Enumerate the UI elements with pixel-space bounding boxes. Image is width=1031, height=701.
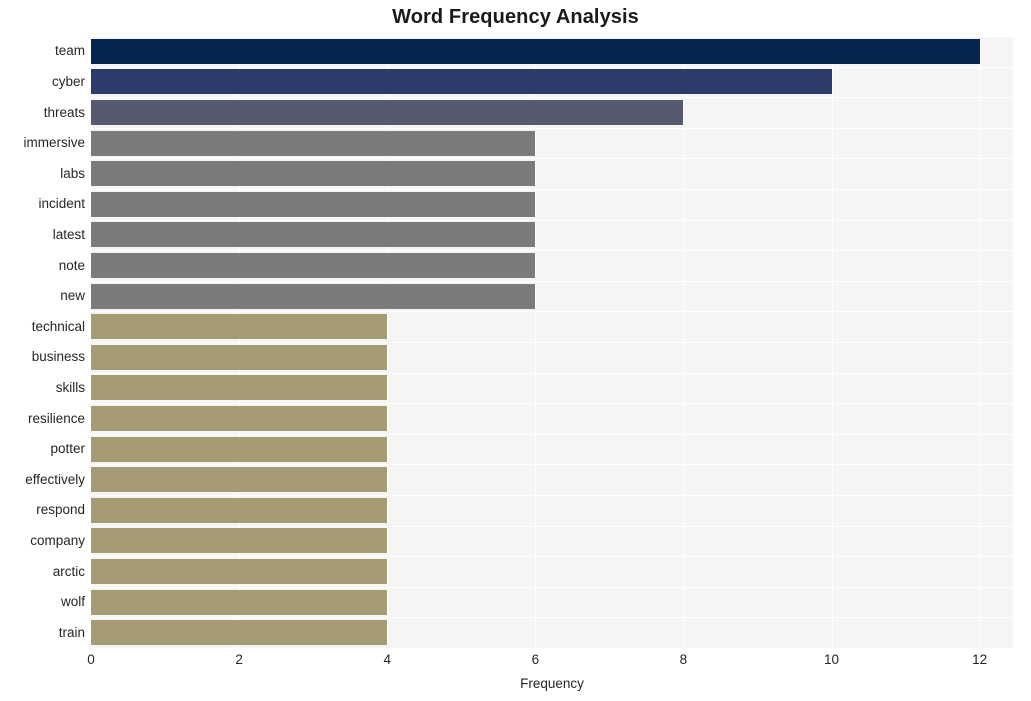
bar (91, 222, 536, 248)
x-axis-tick-label: 0 (87, 652, 95, 667)
y-axis-tick-label: skills (55, 379, 85, 395)
x-axis-tick-labels: 0 2 4 6 8 10 12 (0, 652, 1031, 674)
y-axis-tick-label: threats (43, 104, 85, 120)
y-axis-tick-label: effectively (25, 471, 85, 487)
page-title: Word Frequency Analysis (392, 6, 639, 28)
bar (91, 130, 536, 156)
bar (91, 528, 388, 554)
bar (91, 467, 388, 493)
x-axis-tick-label: 4 (383, 652, 391, 667)
y-axis-tick-label: immersive (23, 135, 85, 151)
y-axis-tick-label: incident (38, 196, 85, 212)
y-axis-tick-label: company (30, 532, 85, 548)
y-axis-tick-label: arctic (52, 563, 85, 579)
chart-figure: Word Frequency Analysis team cyber threats… (0, 0, 1031, 701)
y-axis-tick-label: resilience (27, 410, 85, 426)
y-axis-tick-label: cyber (51, 73, 85, 89)
bar (91, 497, 388, 523)
bar (91, 161, 536, 187)
y-axis-tick-label: latest (52, 226, 85, 242)
bar (91, 436, 388, 462)
bar (91, 406, 388, 431)
bar (91, 559, 388, 584)
x-axis-tick-label: 10 (824, 652, 840, 667)
y-axis-tick-label: new (60, 288, 85, 304)
bar (91, 283, 536, 309)
y-axis-tick-label: team (54, 43, 85, 59)
x-axis-tick-label: 8 (679, 652, 688, 667)
y-axis-tick-label: respond (36, 502, 85, 518)
x-axis-title: Frequency (520, 676, 584, 691)
gridline-horizontal (91, 648, 1013, 649)
x-axis-tick-label: 6 (531, 652, 540, 667)
x-axis-tick-label: 2 (235, 652, 243, 667)
bar (91, 375, 388, 401)
bar (91, 344, 388, 370)
y-axis-tick-label: potter (50, 441, 85, 457)
y-axis-tick-labels: team cyber threats immersive labs incident lat… (0, 36, 85, 648)
y-axis-tick-label: business (31, 349, 85, 365)
bar-series (91, 36, 1013, 648)
x-axis-tick-label: 12 (972, 652, 988, 667)
y-axis-tick-label: labs (60, 165, 85, 181)
bar (91, 620, 388, 646)
bar (91, 314, 388, 340)
bar (91, 191, 536, 217)
plot-area (91, 36, 1013, 649)
bar (91, 589, 388, 615)
bar (91, 253, 536, 278)
y-axis-tick-label: train (58, 624, 85, 640)
bar (91, 69, 832, 95)
y-axis-tick-label: note (58, 257, 85, 273)
bar (91, 38, 980, 64)
bar (91, 100, 684, 125)
y-axis-tick-label: wolf (60, 594, 85, 610)
y-axis-tick-label: technical (31, 318, 85, 334)
